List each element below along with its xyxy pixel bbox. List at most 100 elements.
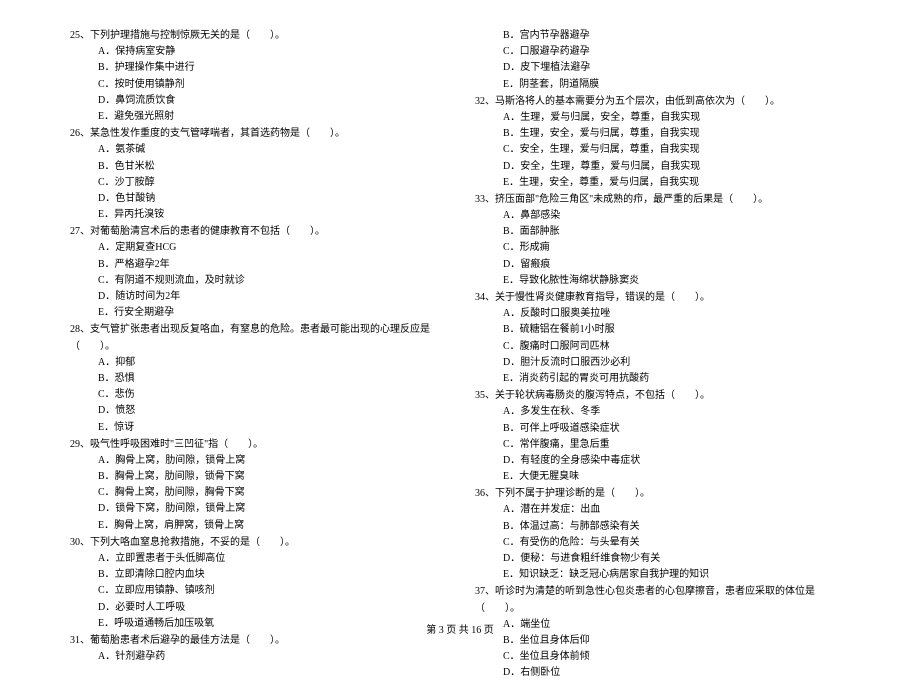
option: C．腹痛时口服阿司匹林 bbox=[503, 339, 850, 355]
option: C．有受伤的危险：与头晕有关 bbox=[503, 535, 850, 551]
option: C．悲伤 bbox=[98, 387, 445, 403]
question: B．宫内节孕器避孕C．口服避孕药避孕D．皮下埋植法避孕E．阴茎套，阴道隔膜 bbox=[475, 28, 850, 93]
right-column: B．宫内节孕器避孕C．口服避孕药避孕D．皮下埋植法避孕E．阴茎套，阴道隔膜32、… bbox=[475, 28, 850, 683]
option: D．右侧卧位 bbox=[503, 665, 850, 681]
question-text: 34、关于慢性肾炎健康教育指导，错误的是（ ）。 bbox=[475, 290, 850, 306]
option: A．保持病室安静 bbox=[98, 44, 445, 60]
question: 26、某急性发作重度的支气管哮喘者，其首选药物是（ ）。A．氨茶碱B．色甘米松C… bbox=[70, 126, 445, 223]
option: C．按时使用镇静剂 bbox=[98, 77, 445, 93]
option: A．潜在并发症：出血 bbox=[503, 502, 850, 518]
question-text: 33、挤压面部"危险三角区"未成熟的疖，最严重的后果是（ ）。 bbox=[475, 192, 850, 208]
options: A．反酸时口服奥美拉唑B．硫糖铝在餐前1小时服C．腹痛时口服阿司匹林D．胆汁反流… bbox=[475, 306, 850, 387]
page-footer: 第 3 页 共 16 页 bbox=[0, 621, 920, 636]
question-text: 25、下列护理措施与控制惊厥无关的是（ ）。 bbox=[70, 28, 445, 44]
option: D．安全，生理，尊重，爱与归属，自我实现 bbox=[503, 159, 850, 175]
option: C．形成痈 bbox=[503, 240, 850, 256]
question: 33、挤压面部"危险三角区"未成熟的疖，最严重的后果是（ ）。A．鼻部感染B．面… bbox=[475, 192, 850, 289]
left-column: 25、下列护理措施与控制惊厥无关的是（ ）。A．保持病室安静B．护理操作集中进行… bbox=[70, 28, 445, 683]
option: E．生理，安全，尊重，爱与归属，自我实现 bbox=[503, 175, 850, 191]
options: A．抑郁B．恐惧C．悲伤D．愤怒E．惊讶 bbox=[70, 355, 445, 436]
question: 29、吸气性呼吸困难时"三凹征"指（ ）。A．胸骨上窝，肋间隙，锁骨上窝B．胸骨… bbox=[70, 437, 445, 534]
option: B．胸骨上窝，肋间隙，锁骨下窝 bbox=[98, 469, 445, 485]
options: A．定期复查HCGB．严格避孕2年C．有阴道不规则流血，及时就诊D．随访时间为2… bbox=[70, 240, 445, 321]
option: E．阴茎套，阴道隔膜 bbox=[503, 77, 850, 93]
question: 28、支气管扩张患者出现反复咯血，有窒息的危险。患者最可能出现的心理反应是（ ）… bbox=[70, 322, 445, 435]
options: A．潜在并发症：出血B．体温过高：与肺部感染有关C．有受伤的危险：与头晕有关D．… bbox=[475, 502, 850, 583]
option: B．恐惧 bbox=[98, 371, 445, 387]
question: 25、下列护理措施与控制惊厥无关的是（ ）。A．保持病室安静B．护理操作集中进行… bbox=[70, 28, 445, 125]
options: A．生理，爱与归属，安全，尊重，自我实现B．生理，安全，爱与归属，尊重，自我实现… bbox=[475, 110, 850, 191]
options: A．多发生在秋、冬季B．可伴上呼吸道感染症状C．常伴腹痛，里急后重D．有轻度的全… bbox=[475, 404, 850, 485]
option: D．锁骨下窝，肋间隙，锁骨上窝 bbox=[98, 501, 445, 517]
option: D．色甘酸钠 bbox=[98, 191, 445, 207]
option: B．宫内节孕器避孕 bbox=[503, 28, 850, 44]
option: B．体温过高：与肺部感染有关 bbox=[503, 519, 850, 535]
options: A．鼻部感染B．面部肿胀C．形成痈D．留瘢痕E．导致化脓性海绵状静脉窦炎 bbox=[475, 208, 850, 289]
options: A．氨茶碱B．色甘米松C．沙丁胺醇D．色甘酸钠E．异丙托溴铵 bbox=[70, 142, 445, 223]
option: D．便秘：与进食粗纤维食物少有关 bbox=[503, 551, 850, 567]
option: A．胸骨上窝，肋间隙，锁骨上窝 bbox=[98, 453, 445, 469]
option: E．惊讶 bbox=[98, 420, 445, 436]
option: D．随访时间为2年 bbox=[98, 289, 445, 305]
options: A．胸骨上窝，肋间隙，锁骨上窝B．胸骨上窝，肋间隙，锁骨下窝C．胸骨上窝，肋间隙… bbox=[70, 453, 445, 534]
option: B．硫糖铝在餐前1小时服 bbox=[503, 322, 850, 338]
option: D．必要时人工呼吸 bbox=[98, 600, 445, 616]
option: A．定期复查HCG bbox=[98, 240, 445, 256]
question-text: 26、某急性发作重度的支气管哮喘者，其首选药物是（ ）。 bbox=[70, 126, 445, 142]
options: A．保持病室安静B．护理操作集中进行C．按时使用镇静剂D．鼻饲流质饮食E．避免强… bbox=[70, 44, 445, 125]
option: B．严格避孕2年 bbox=[98, 257, 445, 273]
question: 36、下列不属于护理诊断的是（ ）。A．潜在并发症：出血B．体温过高：与肺部感染… bbox=[475, 486, 850, 583]
option: E．消炎药引起的胃炎可用抗酸药 bbox=[503, 371, 850, 387]
option: E．异丙托溴铵 bbox=[98, 207, 445, 223]
question: 35、关于轮状病毒肠炎的腹泻特点，不包括（ ）。A．多发生在秋、冬季B．可伴上呼… bbox=[475, 388, 850, 485]
question-text: 28、支气管扩张患者出现反复咯血，有窒息的危险。患者最可能出现的心理反应是（ ）… bbox=[70, 322, 445, 354]
option: C．有阴道不规则流血，及时就诊 bbox=[98, 273, 445, 289]
option: B．可伴上呼吸道感染症状 bbox=[503, 421, 850, 437]
question-text: 30、下列大咯血窒息抢救措施，不妥的是（ ）。 bbox=[70, 535, 445, 551]
question: 32、马斯洛将人的基本需要分为五个层次，由低到高依次为（ ）。A．生理，爱与归属… bbox=[475, 94, 850, 191]
question-text: 35、关于轮状病毒肠炎的腹泻特点，不包括（ ）。 bbox=[475, 388, 850, 404]
option: A．鼻部感染 bbox=[503, 208, 850, 224]
question: 27、对葡萄胎清宫术后的患者的健康教育不包括（ ）。A．定期复查HCGB．严格避… bbox=[70, 224, 445, 321]
question-text: 29、吸气性呼吸困难时"三凹征"指（ ）。 bbox=[70, 437, 445, 453]
options: B．宫内节孕器避孕C．口服避孕药避孕D．皮下埋植法避孕E．阴茎套，阴道隔膜 bbox=[475, 28, 850, 93]
option: B．色甘米松 bbox=[98, 159, 445, 175]
option: E．大便无腥臭味 bbox=[503, 469, 850, 485]
option: A．针剂避孕药 bbox=[98, 649, 445, 665]
option: B．生理，安全，爱与归属，尊重，自我实现 bbox=[503, 126, 850, 142]
option: A．多发生在秋、冬季 bbox=[503, 404, 850, 420]
option: D．皮下埋植法避孕 bbox=[503, 60, 850, 76]
option: B．面部肿胀 bbox=[503, 224, 850, 240]
option: C．坐位且身体前倾 bbox=[503, 649, 850, 665]
option: D．留瘢痕 bbox=[503, 257, 850, 273]
option: D．鼻饲流质饮食 bbox=[98, 93, 445, 109]
option: C．立即应用镇静、镇咳剂 bbox=[98, 583, 445, 599]
option: C．胸骨上窝，肋间隙，胸骨下窝 bbox=[98, 485, 445, 501]
option: D．有轻度的全身感染中毒症状 bbox=[503, 453, 850, 469]
question: 31、葡萄胎患者术后避孕的最佳方法是（ ）。A．针剂避孕药 bbox=[70, 633, 445, 665]
option: E．避免强光照射 bbox=[98, 109, 445, 125]
option: A．氨茶碱 bbox=[98, 142, 445, 158]
option: D．胆汁反流时口服西沙必利 bbox=[503, 355, 850, 371]
question-text: 32、马斯洛将人的基本需要分为五个层次，由低到高依次为（ ）。 bbox=[475, 94, 850, 110]
option: E．行安全期避孕 bbox=[98, 305, 445, 321]
option: E．胸骨上窝，肩胛窝，锁骨上窝 bbox=[98, 518, 445, 534]
question: 30、下列大咯血窒息抢救措施，不妥的是（ ）。A．立即置患者于头低脚高位B．立即… bbox=[70, 535, 445, 632]
option: E．知识缺乏：缺乏冠心病居家自我护理的知识 bbox=[503, 567, 850, 583]
option: C．沙丁胺醇 bbox=[98, 175, 445, 191]
question-text: 27、对葡萄胎清宫术后的患者的健康教育不包括（ ）。 bbox=[70, 224, 445, 240]
option: A．反酸时口服奥美拉唑 bbox=[503, 306, 850, 322]
option: D．愤怒 bbox=[98, 403, 445, 419]
options: A．立即置患者于头低脚高位B．立即清除口腔内血块C．立即应用镇静、镇咳剂D．必要… bbox=[70, 551, 445, 632]
question: 34、关于慢性肾炎健康教育指导，错误的是（ ）。A．反酸时口服奥美拉唑B．硫糖铝… bbox=[475, 290, 850, 387]
option: A．生理，爱与归属，安全，尊重，自我实现 bbox=[503, 110, 850, 126]
question-text: 36、下列不属于护理诊断的是（ ）。 bbox=[475, 486, 850, 502]
question-text: 37、听诊时为清楚的听到急性心包炎患者的心包摩擦音，患者应采取的体位是（ ）。 bbox=[475, 584, 850, 616]
option: A．抑郁 bbox=[98, 355, 445, 371]
option: C．常伴腹痛，里急后重 bbox=[503, 437, 850, 453]
option: B．护理操作集中进行 bbox=[98, 60, 445, 76]
option: A．立即置患者于头低脚高位 bbox=[98, 551, 445, 567]
options: A．针剂避孕药 bbox=[70, 649, 445, 665]
option: C．口服避孕药避孕 bbox=[503, 44, 850, 60]
option: C．安全，生理，爱与归属，尊重，自我实现 bbox=[503, 142, 850, 158]
